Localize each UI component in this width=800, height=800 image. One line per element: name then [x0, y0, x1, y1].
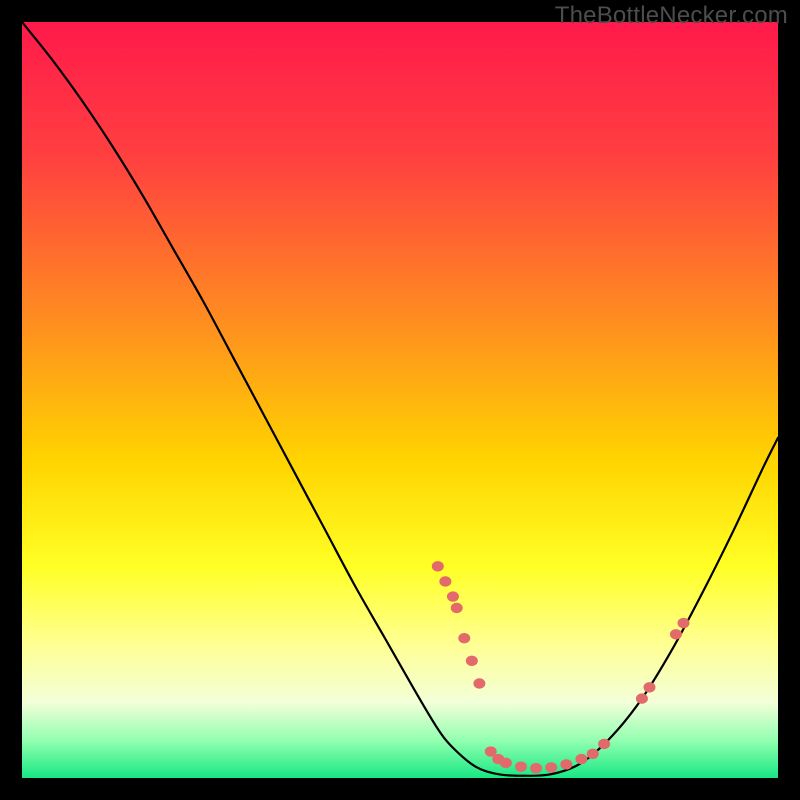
curve-marker — [530, 763, 542, 773]
curve-marker — [473, 678, 485, 688]
curve-marker — [439, 576, 451, 586]
curve-marker — [447, 591, 459, 601]
watermark-text: TheBottleNecker.com — [555, 2, 788, 30]
curve-marker — [587, 749, 599, 759]
curve-marker — [560, 759, 572, 769]
curve-marker — [515, 761, 527, 771]
curve-marker — [432, 561, 444, 571]
curve-marker — [636, 693, 648, 703]
curve-marker — [466, 656, 478, 666]
bottleneck-chart — [22, 22, 778, 778]
curve-marker — [643, 682, 655, 692]
curve-marker — [458, 633, 470, 643]
curve-marker — [500, 758, 512, 768]
curve-marker — [670, 629, 682, 639]
chart-frame — [22, 22, 778, 778]
curve-marker — [598, 739, 610, 749]
curve-marker — [545, 762, 557, 772]
curve-marker — [575, 754, 587, 764]
curve-marker — [451, 603, 463, 613]
curve-marker — [678, 618, 690, 628]
